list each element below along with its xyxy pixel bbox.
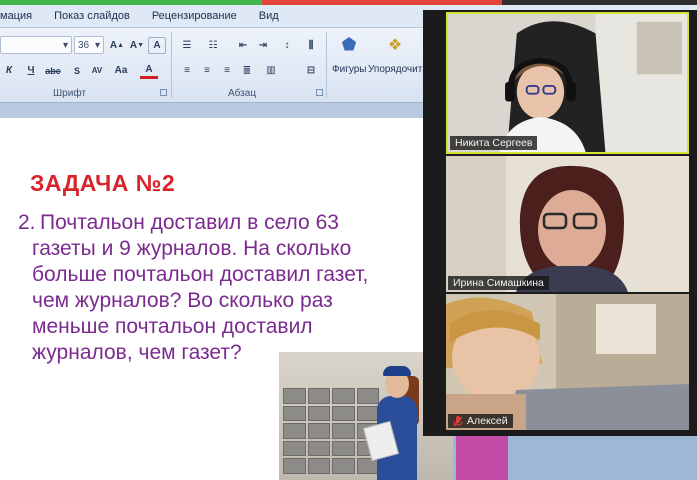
font-dialog-launcher-icon[interactable] [160,89,167,96]
bullets-icon[interactable]: ☰ [178,37,196,54]
video-feed [448,14,687,152]
group-separator [326,32,327,98]
participant-name: Ирина Симашкина [453,277,544,289]
chevron-down-icon: ▾ [62,39,68,51]
problem-line: 2. Почтальон доставил в село 63 [18,211,339,234]
text-direction-icon[interactable]: ⫼ [302,37,320,54]
increase-indent-icon[interactable]: ⇥ [254,37,272,54]
screen: мация Показ слайдов Рецензирование Вид ▾… [0,0,697,480]
slide-title[interactable]: ЗАДАЧА №2 [30,170,175,197]
video-feed [446,156,689,292]
columns-icon[interactable]: ▥ [262,62,280,79]
video-feed [446,294,689,430]
character-spacing-icon[interactable]: AV [88,62,106,79]
shadow-icon[interactable]: S [68,62,86,79]
tab-view[interactable]: Вид [248,10,290,22]
arrange-icon[interactable]: ❖ [384,34,406,56]
participant-name-tag: Никита Сергеев [450,136,538,150]
font-name-dropdown[interactable]: ▾ [0,36,72,54]
problem-line: чем журналов? Во сколько раз [32,289,333,312]
font-size-value: 36 [78,39,90,51]
grow-font-icon[interactable]: A ▲ [108,37,126,54]
justify-icon[interactable]: ≣ [238,62,256,79]
background-magenta-block [456,436,508,480]
chevron-down-icon: ▾ [94,39,100,51]
problem-number: 2. [18,211,36,234]
line-spacing-icon[interactable]: ↕ [278,37,296,54]
tab-review[interactable]: Рецензирование [141,10,248,22]
problem-line: больше почтальон доставил газет, [32,263,369,286]
paragraph-dialog-launcher-icon[interactable] [316,89,323,96]
shrink-font-icon[interactable]: A ▼ [128,37,146,54]
italic-icon[interactable]: К [0,62,18,79]
video-tile-participant-2[interactable]: Ирина Симашкина [446,156,689,292]
font-color-icon[interactable]: A [140,62,158,79]
strikethrough-icon[interactable]: abc [44,62,62,79]
shapes-label[interactable]: Фигуры [332,64,366,75]
problem-line: меньше почтальон доставил [32,315,313,338]
change-case-icon[interactable]: Aa [112,62,130,79]
video-tile-participant-3[interactable]: Алексей [446,294,689,430]
participant-name: Никита Сергеев [455,137,533,149]
clear-formatting-icon[interactable]: A [148,37,166,54]
underline-icon[interactable]: Ч [22,62,40,79]
numbering-icon[interactable]: ☷ [204,37,222,54]
participant-name-tag: Алексей [448,414,513,428]
problem-line: газеты и 9 журналов. На сколько [32,237,352,260]
align-text-icon[interactable]: ⊟ [302,62,320,79]
align-right-icon[interactable]: ≡ [218,62,236,79]
align-center-icon[interactable]: ≡ [198,62,216,79]
decrease-indent-icon[interactable]: ⇤ [234,37,252,54]
arrange-label[interactable]: Упорядочить [368,64,428,75]
align-left-icon[interactable]: ≡ [178,62,196,79]
video-tile-participant-1[interactable]: Никита Сергеев [446,12,689,154]
font-group-label: Шрифт [53,88,86,99]
shapes-icon[interactable]: ⬟ [338,34,360,56]
participant-name-tag: Ирина Симашкина [448,276,549,290]
tab-animation[interactable]: мация [0,10,43,22]
font-size-dropdown[interactable]: 36 ▾ [74,36,104,54]
group-separator [171,32,172,98]
mic-muted-icon [453,415,463,426]
paragraph-group-label: Абзац [228,88,257,99]
tab-slide-show[interactable]: Показ слайдов [43,10,141,22]
participant-name: Алексей [467,415,508,427]
slide-problem-text[interactable]: 2. Почтальон доставил в село 63 газеты и … [18,210,428,366]
